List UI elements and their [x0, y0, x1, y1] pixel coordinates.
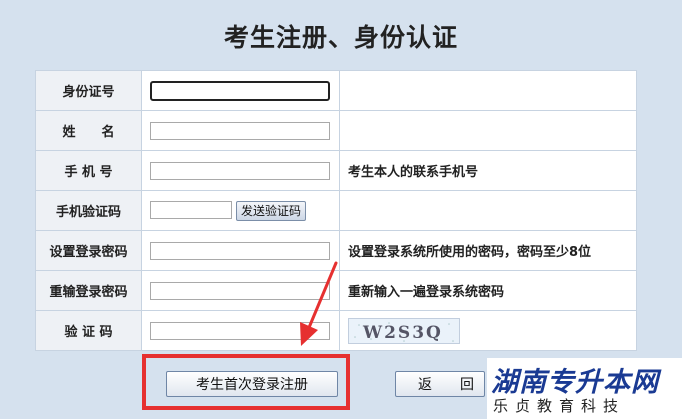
watermark-sub-text: 乐贞教育科技	[493, 397, 626, 415]
watermark-logo: 湖南专升本网 乐贞教育科技	[487, 358, 682, 419]
annotation-arrow-icon	[300, 261, 338, 346]
watermark-main-text: 湖南专升本网	[491, 367, 659, 398]
